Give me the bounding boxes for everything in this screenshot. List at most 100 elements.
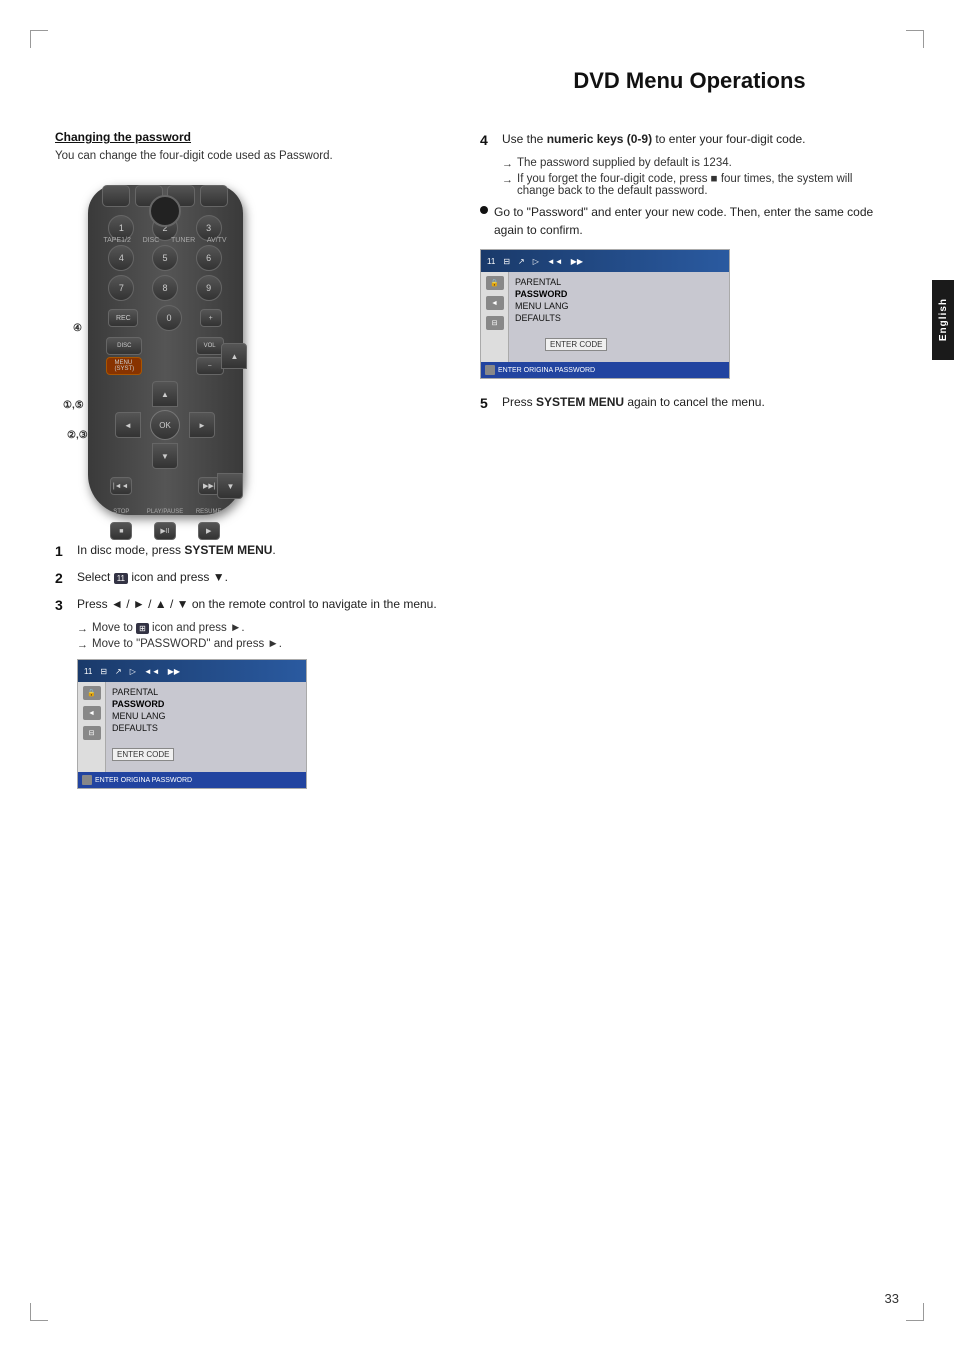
btn-8[interactable]: 8 [152,275,178,301]
numpad-row2: 4 5 6 [88,245,243,271]
playpause-button[interactable]: ▶II [154,522,176,540]
menu-body-right: 🔒 ◄ ⊟ PARENTAL PASSWORD MENU LANG DEFAUL… [481,272,729,362]
nav-left-button[interactable]: ◄ [115,412,141,438]
icon-11: 11 [114,573,128,584]
step-4-text: Use the numeric keys (0-9) to enter your… [502,130,890,148]
menu-vol-row: DISC MENU(SYST) ▲ VOL − [88,337,243,375]
resume-label: RESUME [198,503,220,521]
stop-button[interactable]: ■ [110,522,132,540]
step-5-text: Press SYSTEM MENU again to cancel the me… [502,393,890,411]
stop-label: STOP [110,503,132,521]
disc-menu-button[interactable]: DISC [106,337,142,355]
rew-button[interactable]: ▼ [217,473,243,499]
menu-content-right: PARENTAL PASSWORD MENU LANG DEFAULTS ENT… [509,272,729,362]
nav-down-button[interactable]: ▼ [152,443,178,469]
nav-cluster: ▲ ▼ ◄ ► OK [115,381,215,469]
bottom-icon-left [82,775,92,785]
btn-0[interactable]: 0 [156,305,182,331]
left-column: Changing the password You can change the… [55,130,445,797]
sidebar-arrow-icon: ◄ [83,706,101,720]
nav-ok-button[interactable]: OK [150,410,180,440]
bullet-text-password: Go to "Password" and enter your new code… [494,203,890,239]
top-icon-r5: ◄◄ [547,257,563,266]
section-heading: Changing the password [55,130,445,144]
sidebar-lock-icon: 🔒 [83,686,101,700]
sub-step-3b: → Move to "PASSWORD" and press ►. [77,638,445,651]
menu-screenshot-right: 11 ⊟ ↗ ▷ ◄◄ ▶▶ 🔒 ◄ ⊟ PARENTAL PASSWORD M… [480,249,730,379]
vol-minus-button[interactable]: − [196,357,224,375]
btn-6[interactable]: 6 [196,245,222,271]
btn-9[interactable]: 9 [196,275,222,301]
menu-password: PASSWORD [112,698,300,710]
top-icon-r1: 11 [487,257,495,266]
rec-button[interactable]: REC [108,309,138,327]
menu-sidebar-left: 🔒 ◄ ⊟ [78,682,106,772]
step-4-num: 4 [480,130,502,151]
top-icon-r2: ⊟ [503,257,510,266]
menu-top-bar-right: 11 ⊟ ↗ ▷ ◄◄ ▶▶ [481,250,729,272]
label-disc: DISC [143,237,160,244]
page-title: DVD Menu Operations [480,68,899,94]
sidebar-disc-icon-r: ⊟ [486,316,504,330]
label-2-3: ②,③ [67,430,88,441]
tape-button[interactable] [102,185,130,207]
vol-up-button[interactable]: ▲ [221,343,247,369]
menu-lang: MENU LANG [112,710,300,722]
label-avtv: AV/TV [207,237,227,244]
avtv-button[interactable] [200,185,228,207]
power-button[interactable] [149,195,181,227]
step-3-num: 3 [55,595,77,616]
menu-defaults-r: DEFAULTS [515,312,723,324]
vol-label: VOL [196,337,224,355]
remote-control-image: ④ ①,⑤ ②,③ TAPE1/2 DISC TUNER AV/TV 1 [75,185,255,525]
icon-settings: ⊞ [136,623,149,634]
corner-mark-br [906,1303,924,1321]
arrow-icon-3a: → [77,623,88,635]
sidebar-lock-icon-r: 🔒 [486,276,504,290]
prev-button[interactable]: |◄◄ [110,477,132,495]
menu-bottom-bar-right: ENTER ORIGINA PASSWORD [481,362,729,378]
remote-body: TAPE1/2 DISC TUNER AV/TV 1 2 3 4 5 [88,185,243,515]
menu-content-left: PARENTAL PASSWORD MENU LANG DEFAULTS ENT… [106,682,306,772]
step-1-num: 1 [55,541,77,562]
menu-lang-r: MENU LANG [515,300,723,312]
transport-row2: STOP ■ PLAY/PAUSE ▶II RESUME ▶ [88,503,243,552]
nav-right-button[interactable]: ► [189,412,215,438]
sub-step-4a: → The password supplied by default is 12… [502,157,890,170]
label-4: ④ [73,323,82,334]
menu-parental-r: PARENTAL [515,276,723,288]
top-icon-6: ▶▶ [168,667,180,676]
numpad-row3: 7 8 9 [88,275,243,301]
btn-7[interactable]: 7 [108,275,134,301]
top-icon-r6: ▶▶ [571,257,583,266]
sidebar-arrow-icon-r: ◄ [486,296,504,310]
nav-up-button[interactable]: ▲ [152,381,178,407]
plus-button[interactable]: + [200,309,222,327]
step-2-text: Select 11 icon and press ▼. [77,568,445,586]
enter-code-label-left: ENTER CODE [112,748,174,761]
menu-sidebar-right: 🔒 ◄ ⊟ [481,272,509,362]
section-description: You can change the four-digit code used … [55,148,445,165]
bottom-text-right: ENTER ORIGINA PASSWORD [498,367,595,374]
label-tape: TAPE1/2 [103,237,131,244]
press-text: Press [77,597,108,611]
right-steps: 4 Use the numeric keys (0-9) to enter yo… [480,130,890,414]
system-menu-button[interactable]: MENU(SYST) [106,357,142,375]
top-icon-r4: ▷ [533,257,539,266]
step-4-substeps: → The password supplied by default is 12… [502,157,890,197]
step-2-num: 2 [55,568,77,589]
corner-mark-bl [30,1303,48,1321]
label-tuner: TUNER [171,237,195,244]
arrow-icon-4a: → [502,158,513,170]
btn-5[interactable]: 5 [152,245,178,271]
top-icon-5: ◄◄ [144,667,160,676]
extra-buttons-row: REC 0 + [88,305,243,331]
resume-button[interactable]: ▶ [198,522,220,540]
right-column: 4 Use the numeric keys (0-9) to enter yo… [480,130,890,420]
enter-code-label-right: ENTER CODE [545,338,607,351]
btn-4[interactable]: 4 [108,245,134,271]
step-3-text: Press ◄ / ► / ▲ / ▼ on the remote contro… [77,595,445,613]
bullet-icon [480,206,488,214]
source-labels: TAPE1/2 DISC TUNER AV/TV [98,237,233,244]
top-icon-r3: ↗ [518,257,525,266]
